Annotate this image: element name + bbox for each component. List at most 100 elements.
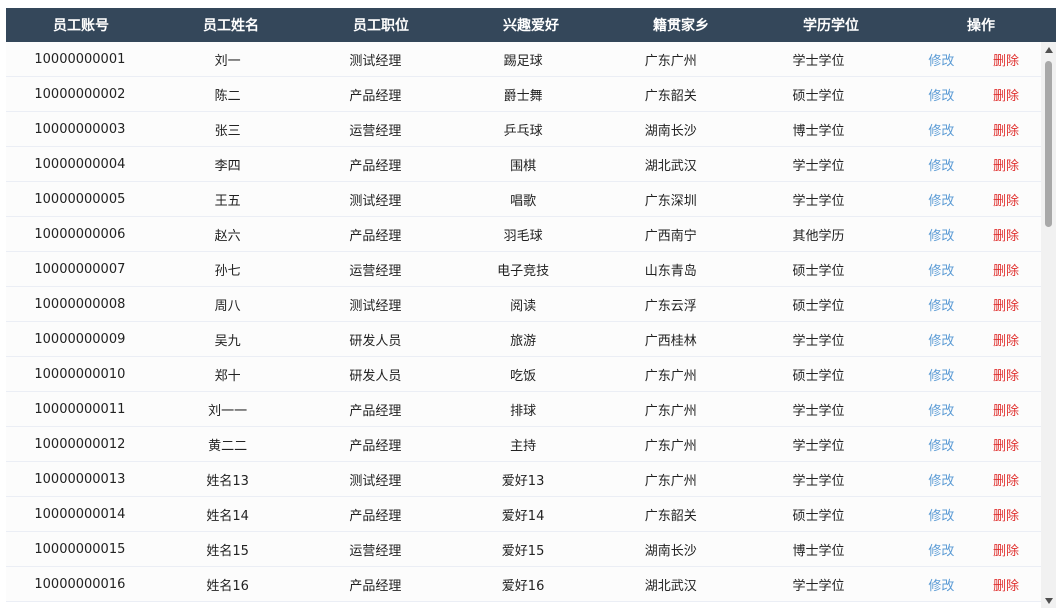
delete-link[interactable]: 删除	[993, 225, 1019, 244]
cell-actions: 修改 删除	[892, 470, 1041, 489]
cell-name: 李四	[214, 158, 241, 174]
cell-hometown: 广西南宁	[644, 228, 697, 244]
cell-account: 10000000014	[34, 506, 126, 522]
edit-link[interactable]: 修改	[928, 50, 954, 69]
cell-position: 产品经理	[349, 88, 402, 104]
cell-degree: 其他学历	[792, 228, 845, 244]
delete-link[interactable]: 删除	[993, 190, 1019, 209]
cell-position: 研发人员	[349, 333, 402, 349]
cell-position: 产品经理	[349, 508, 402, 524]
cell-name: 黄二二	[208, 438, 248, 454]
cell-hobby: 爱好15	[501, 543, 545, 559]
cell-hobby: 爱好13	[501, 473, 545, 489]
vertical-scrollbar[interactable]	[1041, 42, 1056, 608]
delete-link[interactable]: 删除	[993, 400, 1019, 419]
edit-link[interactable]: 修改	[928, 400, 954, 419]
delete-link[interactable]: 删除	[993, 365, 1019, 384]
edit-link[interactable]: 修改	[928, 540, 954, 559]
cell-position: 产品经理	[349, 403, 402, 419]
cell-actions: 修改 删除	[892, 120, 1041, 139]
cell-position: 产品经理	[349, 438, 402, 454]
table-row: 10000000005 王五 测试经理 唱歌 广东深圳 学士学位 修改 删除	[6, 182, 1041, 217]
cell-account: 10000000002	[34, 86, 126, 102]
delete-link[interactable]: 删除	[993, 435, 1019, 454]
cell-degree: 硕士学位	[792, 263, 845, 279]
edit-link[interactable]: 修改	[928, 155, 954, 174]
column-header-hobby: 兴趣爱好	[503, 18, 559, 34]
cell-degree: 学士学位	[792, 403, 845, 419]
delete-link[interactable]: 删除	[993, 120, 1019, 139]
scrollbar-thumb[interactable]	[1045, 61, 1052, 227]
table-row: 10000000008 周八 测试经理 阅读 广东云浮 硕士学位 修改 删除	[6, 287, 1041, 322]
cell-actions: 修改 删除	[892, 190, 1041, 209]
table-row: 10000000003 张三 运营经理 乒乓球 湖南长沙 博士学位 修改 删除	[6, 112, 1041, 147]
cell-actions: 修改 删除	[892, 575, 1041, 594]
cell-hobby: 爵士舞	[503, 88, 543, 104]
edit-link[interactable]: 修改	[928, 225, 954, 244]
delete-link[interactable]: 删除	[993, 85, 1019, 104]
edit-link[interactable]: 修改	[928, 295, 954, 314]
delete-link[interactable]: 删除	[993, 470, 1019, 489]
table-row: 10000000007 孙七 运营经理 电子竞技 山东青岛 硕士学位 修改 删除	[6, 252, 1041, 287]
edit-link[interactable]: 修改	[928, 260, 954, 279]
table-row: 10000000006 赵六 产品经理 羽毛球 广西南宁 其他学历 修改 删除	[6, 217, 1041, 252]
table-header: 员工账号 员工姓名 员工职位 兴趣爱好 籍贯家乡 学历学位 操作	[6, 8, 1056, 42]
scroll-down-arrow-icon[interactable]	[1041, 593, 1056, 608]
edit-link[interactable]: 修改	[928, 505, 954, 524]
delete-link[interactable]: 删除	[993, 260, 1019, 279]
cell-hometown: 广东广州	[644, 473, 697, 489]
cell-hometown: 广东广州	[644, 368, 697, 384]
scroll-up-arrow-icon[interactable]	[1041, 42, 1056, 57]
cell-actions: 修改 删除	[892, 435, 1041, 454]
cell-actions: 修改 删除	[892, 85, 1041, 104]
cell-hometown: 湖北武汉	[644, 578, 697, 594]
cell-position: 测试经理	[349, 53, 402, 69]
delete-link[interactable]: 删除	[993, 50, 1019, 69]
cell-name: 王五	[214, 193, 241, 209]
cell-name: 张三	[214, 123, 241, 139]
cell-hometown: 广东韶关	[644, 508, 697, 524]
cell-position: 测试经理	[349, 298, 402, 314]
delete-link[interactable]: 删除	[993, 575, 1019, 594]
table-body: 10000000001 刘一 测试经理 踢足球 广东广州 学士学位 修改 删除 10000000…	[6, 42, 1041, 608]
edit-link[interactable]: 修改	[928, 435, 954, 454]
delete-link[interactable]: 删除	[993, 295, 1019, 314]
column-header-name: 员工姓名	[203, 18, 259, 34]
edit-link[interactable]: 修改	[928, 575, 954, 594]
edit-link[interactable]: 修改	[928, 365, 954, 384]
table-row: 10000000015 姓名15 运营经理 爱好15 湖南长沙 博士学位 修改 删除	[6, 532, 1041, 567]
cell-degree: 硕士学位	[792, 508, 845, 524]
edit-link[interactable]: 修改	[928, 190, 954, 209]
cell-actions: 修改 删除	[892, 365, 1041, 384]
cell-position: 研发人员	[349, 368, 402, 384]
delete-link[interactable]: 删除	[993, 155, 1019, 174]
delete-link[interactable]: 删除	[993, 505, 1019, 524]
cell-actions: 修改 删除	[892, 155, 1041, 174]
cell-hobby: 羽毛球	[503, 228, 543, 244]
cell-name: 吴九	[214, 333, 241, 349]
cell-account: 10000000010	[34, 366, 126, 382]
delete-link[interactable]: 删除	[993, 330, 1019, 349]
edit-link[interactable]: 修改	[928, 330, 954, 349]
cell-degree: 学士学位	[792, 333, 845, 349]
edit-link[interactable]: 修改	[928, 85, 954, 104]
cell-actions: 修改 删除	[892, 295, 1041, 314]
cell-hobby: 排球	[510, 403, 537, 419]
edit-link[interactable]: 修改	[928, 470, 954, 489]
column-header-hometown: 籍贯家乡	[653, 18, 709, 34]
cell-degree: 博士学位	[792, 543, 845, 559]
delete-link[interactable]: 删除	[993, 540, 1019, 559]
table-row: 10000000013 姓名13 测试经理 爱好13 广东广州 学士学位 修改 删除	[6, 462, 1041, 497]
cell-hobby: 乒乓球	[503, 123, 543, 139]
cell-hometown: 广东广州	[644, 403, 697, 419]
column-header-position: 员工职位	[353, 18, 409, 34]
cell-account: 10000000016	[34, 576, 126, 592]
cell-account: 10000000015	[34, 541, 126, 557]
edit-link[interactable]: 修改	[928, 120, 954, 139]
cell-name: 陈二	[214, 88, 241, 104]
cell-actions: 修改 删除	[892, 50, 1041, 69]
cell-hobby: 阅读	[510, 298, 537, 314]
column-header-degree: 学历学位	[803, 18, 859, 34]
cell-position: 产品经理	[349, 578, 402, 594]
cell-account: 10000000013	[34, 471, 126, 487]
